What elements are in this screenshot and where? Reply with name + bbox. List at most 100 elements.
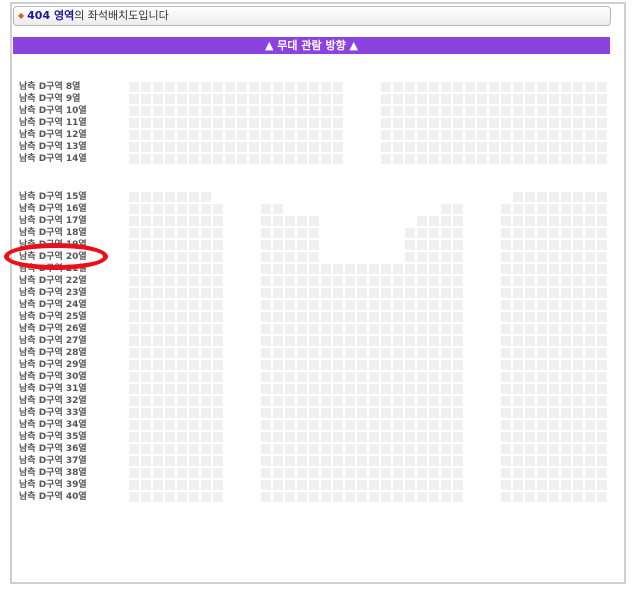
seat[interactable]: [333, 372, 343, 382]
seat[interactable]: [585, 94, 595, 104]
seat[interactable]: [561, 288, 571, 298]
seat[interactable]: [333, 444, 343, 454]
seat[interactable]: [381, 94, 391, 104]
seat[interactable]: [153, 106, 163, 116]
seat[interactable]: [453, 468, 463, 478]
seat[interactable]: [561, 324, 571, 334]
seat[interactable]: [261, 372, 271, 382]
seat[interactable]: [261, 142, 271, 152]
seat[interactable]: [429, 396, 439, 406]
seat[interactable]: [477, 118, 487, 128]
seat[interactable]: [573, 396, 583, 406]
seat[interactable]: [537, 312, 547, 322]
seat[interactable]: [441, 252, 451, 262]
seat[interactable]: [165, 216, 175, 226]
seat[interactable]: [417, 216, 427, 226]
seat[interactable]: [357, 264, 367, 274]
seat[interactable]: [189, 228, 199, 238]
seat[interactable]: [525, 276, 535, 286]
seat[interactable]: [297, 142, 307, 152]
seat[interactable]: [561, 264, 571, 274]
seat[interactable]: [177, 336, 187, 346]
seat[interactable]: [501, 372, 511, 382]
seat[interactable]: [285, 444, 295, 454]
seat[interactable]: [141, 408, 151, 418]
seat[interactable]: [561, 154, 571, 164]
seat[interactable]: [345, 288, 355, 298]
seat[interactable]: [429, 288, 439, 298]
seat[interactable]: [597, 106, 607, 116]
seat[interactable]: [405, 276, 415, 286]
seat[interactable]: [261, 94, 271, 104]
seat[interactable]: [129, 264, 139, 274]
seat[interactable]: [177, 154, 187, 164]
seat[interactable]: [501, 276, 511, 286]
seat[interactable]: [369, 360, 379, 370]
seat[interactable]: [513, 130, 523, 140]
seat[interactable]: [501, 288, 511, 298]
seat[interactable]: [441, 106, 451, 116]
seat[interactable]: [153, 216, 163, 226]
seat[interactable]: [297, 444, 307, 454]
seat[interactable]: [573, 408, 583, 418]
seat[interactable]: [225, 94, 235, 104]
seat[interactable]: [585, 444, 595, 454]
seat[interactable]: [297, 300, 307, 310]
seat[interactable]: [549, 384, 559, 394]
seat[interactable]: [585, 204, 595, 214]
seat[interactable]: [177, 240, 187, 250]
seat[interactable]: [213, 372, 223, 382]
seat[interactable]: [189, 420, 199, 430]
seat[interactable]: [261, 264, 271, 274]
seat[interactable]: [513, 492, 523, 502]
seat[interactable]: [561, 300, 571, 310]
seat[interactable]: [525, 432, 535, 442]
seat[interactable]: [297, 396, 307, 406]
seat[interactable]: [393, 94, 403, 104]
seat[interactable]: [201, 252, 211, 262]
seat[interactable]: [261, 252, 271, 262]
seat[interactable]: [273, 456, 283, 466]
seat[interactable]: [225, 142, 235, 152]
seat[interactable]: [177, 204, 187, 214]
seat[interactable]: [561, 192, 571, 202]
seat[interactable]: [477, 142, 487, 152]
seat[interactable]: [405, 360, 415, 370]
seat[interactable]: [561, 228, 571, 238]
seat[interactable]: [333, 492, 343, 502]
seat[interactable]: [237, 94, 247, 104]
seat[interactable]: [561, 312, 571, 322]
seat[interactable]: [213, 264, 223, 274]
seat[interactable]: [177, 420, 187, 430]
seat[interactable]: [273, 240, 283, 250]
seat[interactable]: [573, 480, 583, 490]
seat[interactable]: [453, 480, 463, 490]
seat[interactable]: [417, 492, 427, 502]
seat[interactable]: [165, 420, 175, 430]
seat[interactable]: [429, 492, 439, 502]
seat[interactable]: [273, 118, 283, 128]
seat[interactable]: [573, 444, 583, 454]
seat[interactable]: [213, 204, 223, 214]
seat[interactable]: [273, 300, 283, 310]
seat[interactable]: [417, 118, 427, 128]
seat[interactable]: [441, 142, 451, 152]
seat[interactable]: [429, 154, 439, 164]
seat[interactable]: [321, 432, 331, 442]
seat[interactable]: [273, 276, 283, 286]
seat[interactable]: [537, 82, 547, 92]
seat[interactable]: [513, 312, 523, 322]
seat[interactable]: [537, 204, 547, 214]
seat[interactable]: [537, 216, 547, 226]
seat[interactable]: [345, 396, 355, 406]
seat[interactable]: [573, 420, 583, 430]
seat[interactable]: [141, 154, 151, 164]
seat[interactable]: [513, 240, 523, 250]
seat[interactable]: [213, 468, 223, 478]
seat[interactable]: [573, 312, 583, 322]
seat[interactable]: [393, 324, 403, 334]
seat[interactable]: [357, 360, 367, 370]
seat[interactable]: [321, 106, 331, 116]
seat[interactable]: [549, 348, 559, 358]
seat[interactable]: [405, 408, 415, 418]
